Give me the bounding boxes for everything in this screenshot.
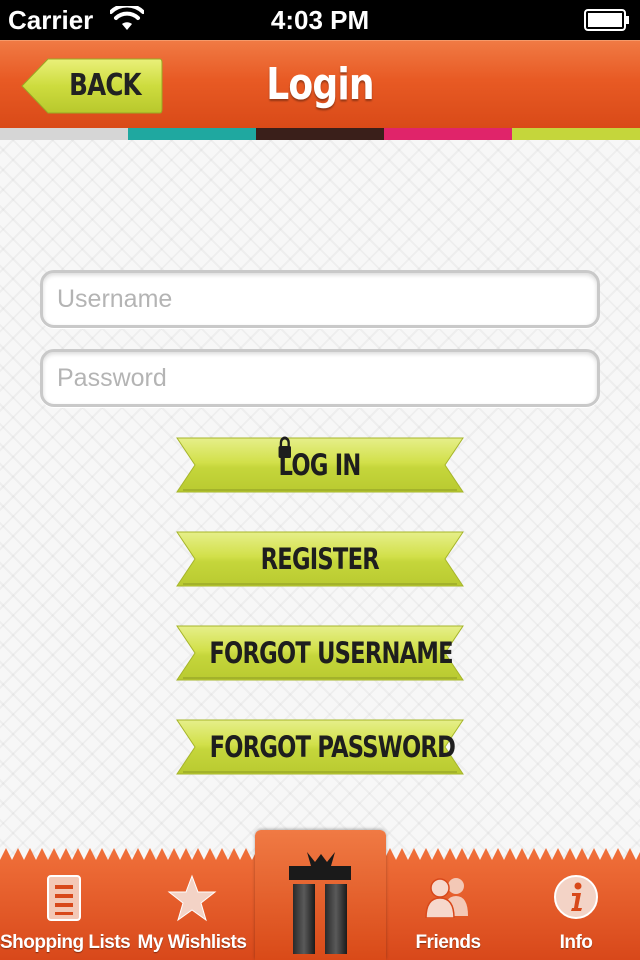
info-icon: [554, 875, 598, 919]
password-field[interactable]: [40, 349, 600, 407]
stripe-segment: [256, 128, 384, 140]
status-bar: Carrier 4:03 PM: [0, 0, 640, 40]
lock-icon: [279, 436, 292, 458]
tab-gift[interactable]: [255, 830, 386, 960]
register-label-wrap: REGISTER: [175, 530, 465, 588]
forgot-username-button[interactable]: FORGOT USERNAME: [175, 624, 465, 682]
login-button[interactable]: LOG IN: [175, 436, 465, 494]
tab-label: Shopping Lists: [0, 932, 131, 953]
stripe-segment: [128, 128, 256, 140]
stripe-segment: [384, 128, 512, 140]
username-field[interactable]: [40, 270, 600, 328]
color-stripe: [0, 128, 640, 140]
tab-info[interactable]: Info: [512, 860, 640, 960]
nav-bar: BACK Login: [0, 40, 640, 128]
star-icon: [167, 874, 217, 922]
stripe-segment: [0, 128, 128, 140]
login-label-wrap: LOG IN: [175, 436, 465, 494]
register-button[interactable]: REGISTER: [175, 530, 465, 588]
friends-icon: [425, 878, 468, 918]
login-label: LOG IN: [279, 448, 362, 482]
forgot-password-label-wrap: FORGOT PASSWORD: [175, 718, 465, 776]
tab-label: Info: [559, 932, 593, 953]
tab-label: My Wishlists: [137, 932, 247, 953]
forgot-password-button[interactable]: FORGOT PASSWORD: [175, 718, 465, 776]
gift-icon: [289, 852, 351, 954]
forgot-username-label-wrap: FORGOT USERNAME: [175, 624, 465, 682]
stripe-segment: [512, 128, 640, 140]
login-label-inner: LOG IN: [279, 436, 362, 494]
list-icon: [47, 875, 81, 921]
tab-label: Friends: [415, 932, 481, 953]
tab-my-wishlists[interactable]: My Wishlists: [128, 860, 256, 960]
clock: 4:03 PM: [270, 5, 370, 35]
register-label: REGISTER: [260, 542, 380, 576]
tab-friends[interactable]: Friends: [384, 860, 512, 960]
tab-shopping-lists[interactable]: Shopping Lists: [0, 860, 131, 960]
forgot-username-label: FORGOT USERNAME: [209, 636, 453, 670]
battery-icon: [584, 9, 629, 31]
forgot-password-label: FORGOT PASSWORD: [209, 730, 456, 764]
page-title: Login: [266, 59, 374, 110]
